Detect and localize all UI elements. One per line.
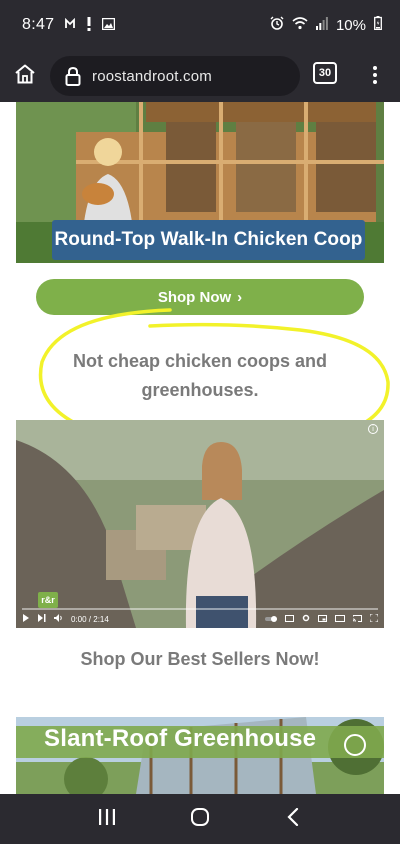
video-player[interactable]: r&r i 0:00 / 2:14	[16, 420, 384, 628]
gallery-icon	[102, 17, 116, 33]
video-brand-logo: r&r	[38, 592, 58, 608]
shop-now-button[interactable]: Shop Now ›	[36, 279, 364, 315]
autoplay-toggle-icon[interactable]	[265, 615, 277, 624]
battery-icon	[374, 16, 382, 34]
menu-dot-icon	[373, 66, 377, 70]
alarm-icon	[270, 16, 284, 34]
home-button[interactable]	[0, 50, 50, 102]
alert-icon	[86, 16, 92, 34]
browser-toolbar: roostandroot.com 30	[0, 50, 400, 102]
status-time: 8:47	[22, 16, 55, 33]
play-icon[interactable]	[22, 614, 30, 624]
tagline: Not cheap chicken coops and greenhouses.	[72, 351, 328, 400]
best-sellers-heading: Shop Our Best Sellers Now!	[80, 649, 320, 669]
battery-percent: 10%	[335, 16, 366, 34]
volume-icon[interactable]	[54, 614, 63, 624]
menu-dot-icon	[373, 80, 377, 84]
address-bar[interactable]: roostandroot.com	[50, 56, 300, 96]
phone-screen: 8:47 10% roostandroot.com 30 Round-Top W…	[0, 0, 400, 844]
info-icon[interactable]: i	[368, 424, 378, 434]
fullscreen-icon[interactable]	[369, 613, 379, 624]
home-circle-icon	[190, 807, 210, 832]
recents-button[interactable]	[87, 799, 127, 839]
lock-icon[interactable]	[62, 65, 84, 87]
theater-mode-icon[interactable]	[335, 614, 345, 624]
back-chevron-icon	[287, 807, 299, 831]
shop-now-label: Shop Now	[157, 288, 232, 306]
next-icon[interactable]	[38, 614, 46, 624]
url-text: roostandroot.com	[92, 67, 212, 85]
video-frame-illustration	[16, 420, 384, 628]
tab-switcher-button[interactable]: 30	[313, 62, 337, 84]
recents-icon	[98, 808, 116, 830]
status-bar: 8:47 10%	[0, 0, 400, 50]
home-icon	[14, 64, 36, 89]
menu-dot-icon	[373, 73, 377, 77]
status-right: 10%	[270, 16, 382, 34]
promo-title: Slant-Roof Greenhouse	[44, 725, 317, 752]
home-nav-button[interactable]	[180, 799, 220, 839]
wifi-icon	[292, 16, 308, 34]
chevron-right-icon: ›	[237, 288, 243, 306]
cast-icon[interactable]	[352, 614, 362, 624]
captions-icon[interactable]	[285, 614, 294, 624]
chicken-coop-hero-image[interactable]: Round-Top Walk-In Chicken Coop	[16, 102, 384, 263]
overflow-menu-button[interactable]	[366, 60, 384, 90]
hero-caption: Round-Top Walk-In Chicken Coop	[52, 220, 365, 260]
system-nav-bar	[0, 794, 400, 844]
greenhouse-promo-image[interactable]: Slant-Roof Greenhouse	[16, 717, 384, 794]
video-time: 0:00 / 2:14	[71, 614, 109, 624]
circle-icon	[344, 734, 366, 756]
video-controls: 0:00 / 2:14	[16, 610, 384, 628]
messenger-icon	[64, 17, 76, 33]
settings-gear-icon[interactable]	[302, 614, 310, 624]
status-left: 8:47	[22, 16, 116, 34]
page-content: Round-Top Walk-In Chicken Coop Shop Now …	[0, 102, 400, 794]
back-button[interactable]	[273, 799, 313, 839]
miniplayer-icon[interactable]	[318, 614, 327, 624]
signal-icon	[315, 16, 328, 34]
